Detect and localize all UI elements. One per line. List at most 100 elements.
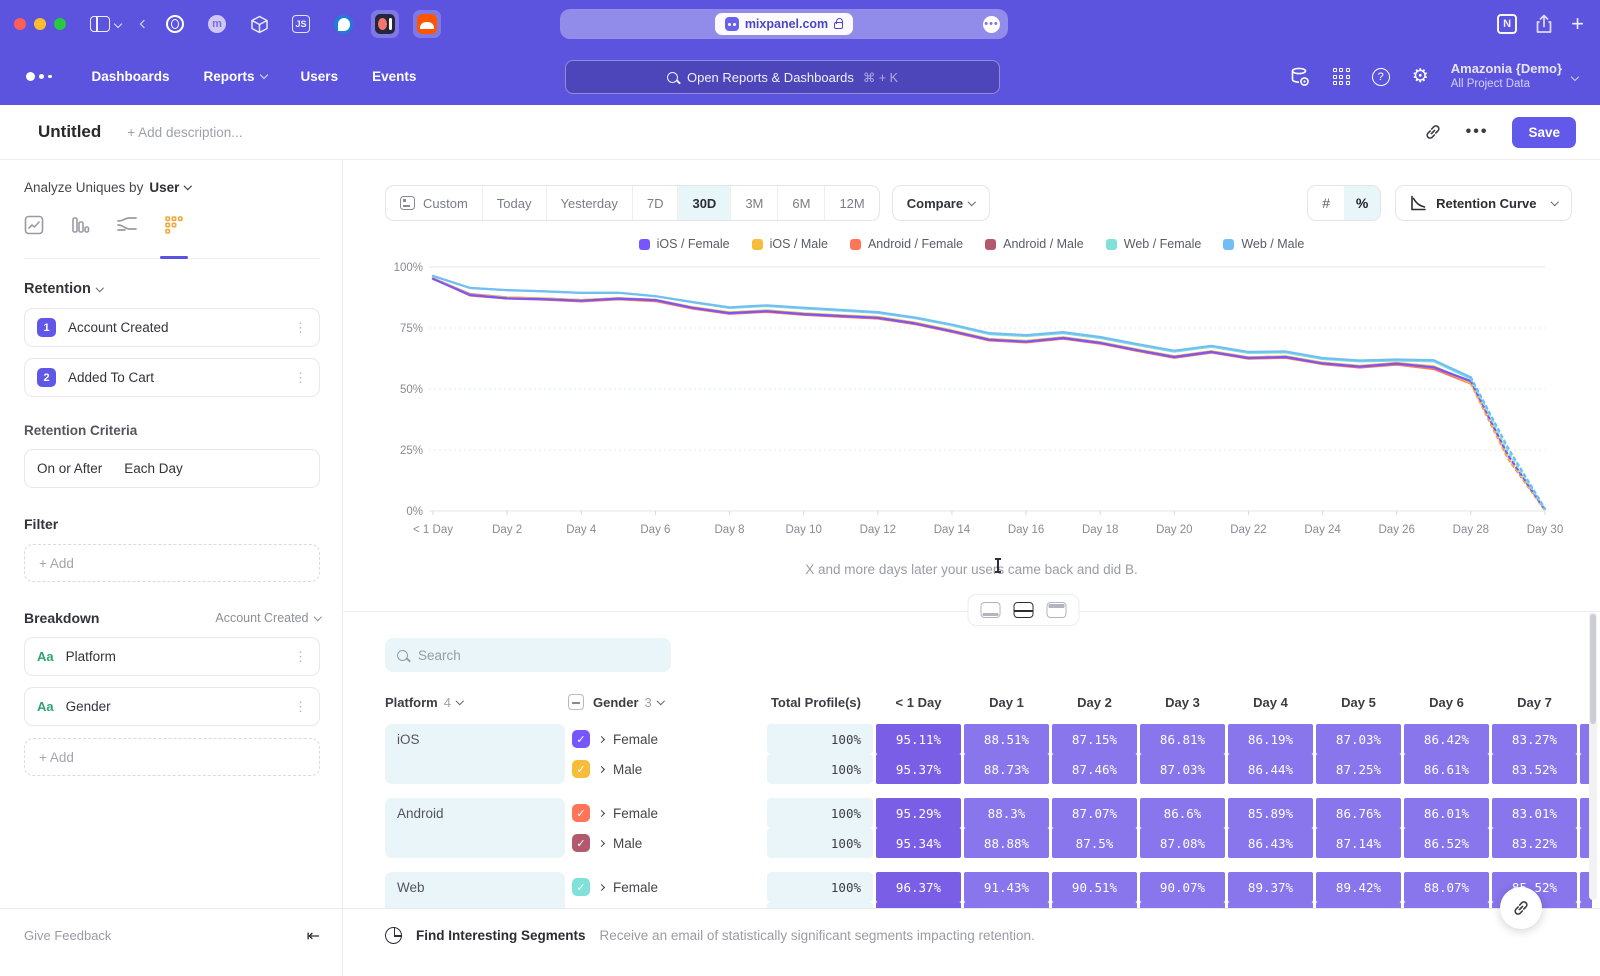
range-6m[interactable]: 6M bbox=[778, 186, 825, 220]
target-tab[interactable] bbox=[161, 10, 189, 38]
address-bar[interactable]: mixpanel.com ••• bbox=[560, 9, 1008, 39]
compare-button[interactable]: Compare bbox=[892, 185, 990, 221]
new-tab-icon[interactable]: + bbox=[1571, 13, 1584, 35]
apps-grid-icon[interactable] bbox=[1333, 68, 1350, 85]
unit-count[interactable]: # bbox=[1308, 186, 1344, 220]
retention-chart[interactable]: 100%75%50%25%0%< 1 DayDay 2Day 4Day 6Day… bbox=[385, 257, 1572, 554]
add-description[interactable]: + Add description... bbox=[127, 125, 242, 140]
range-3m[interactable]: 3M bbox=[731, 186, 778, 220]
retention-step-2[interactable]: 2Added To Cart bbox=[24, 358, 320, 397]
legend-item[interactable]: iOS / Female bbox=[639, 237, 730, 251]
breakdown-scope-dropdown[interactable]: Account Created bbox=[215, 611, 320, 625]
data-management-icon[interactable] bbox=[1289, 66, 1311, 88]
notion-extension-icon[interactable]: N bbox=[1497, 14, 1517, 34]
day-column-header[interactable]: Day 7 bbox=[1492, 695, 1577, 710]
expand-chevron-icon[interactable] bbox=[598, 735, 605, 742]
analyze-value-dropdown[interactable]: User bbox=[149, 180, 191, 195]
back-icon[interactable] bbox=[140, 20, 148, 28]
day-column-header[interactable]: Day 6 bbox=[1404, 695, 1489, 710]
share-link-floating-button[interactable] bbox=[1500, 887, 1542, 929]
minimize-window-button[interactable] bbox=[34, 18, 46, 30]
chevron-down-icon[interactable] bbox=[114, 20, 122, 28]
more-options-icon[interactable]: ••• bbox=[1466, 123, 1489, 141]
browser-sidebar-toggle-icon[interactable] bbox=[90, 16, 110, 32]
breakdown-item-platform[interactable]: AaPlatform bbox=[24, 637, 320, 676]
legend-item[interactable]: iOS / Male bbox=[752, 237, 828, 251]
expand-chevron-icon[interactable] bbox=[598, 765, 605, 772]
platform-cell[interactable]: iOS bbox=[385, 724, 565, 784]
share-icon[interactable] bbox=[1535, 14, 1553, 34]
blue-bird-tab[interactable] bbox=[329, 10, 357, 38]
gender-checkbox[interactable] bbox=[572, 804, 590, 822]
day-column-header[interactable]: Day 3 bbox=[1140, 695, 1225, 710]
range-custom[interactable]: Custom bbox=[386, 186, 483, 220]
legend-item[interactable]: Web / Female bbox=[1106, 237, 1202, 251]
tab-funnels[interactable] bbox=[70, 215, 90, 246]
settings-gear-icon[interactable]: ⚙ bbox=[1412, 67, 1429, 86]
mixpanel-logo[interactable] bbox=[26, 72, 52, 81]
tab-flows[interactable] bbox=[116, 215, 138, 246]
site-settings-icon[interactable]: ••• bbox=[983, 16, 1000, 33]
day-column-header[interactable]: Day 2 bbox=[1052, 695, 1137, 710]
help-icon[interactable]: ? bbox=[1372, 68, 1390, 86]
retention-section-header[interactable]: Retention bbox=[24, 281, 320, 297]
report-title[interactable]: Untitled bbox=[38, 122, 101, 142]
tab-retention[interactable] bbox=[164, 215, 184, 246]
day-column-header[interactable]: < 1 Day bbox=[876, 695, 961, 710]
kebab-menu-icon[interactable] bbox=[294, 699, 307, 715]
breakdown-add-button[interactable]: + Add bbox=[24, 738, 320, 776]
close-window-button[interactable] bbox=[14, 18, 26, 30]
filter-add-button[interactable]: + Add bbox=[24, 544, 320, 582]
give-feedback-link[interactable]: Give Feedback bbox=[24, 928, 111, 943]
m-avatar-tab[interactable]: m bbox=[203, 10, 231, 38]
criteria-interval[interactable]: Each Day bbox=[124, 461, 183, 476]
nav-item-reports[interactable]: Reports bbox=[204, 69, 267, 84]
gender-checkbox[interactable] bbox=[572, 834, 590, 852]
expand-chevron-icon[interactable] bbox=[598, 809, 605, 816]
project-selector[interactable]: Amazonia {Demo} All Project Data bbox=[1451, 61, 1578, 92]
range-today[interactable]: Today bbox=[483, 186, 547, 220]
table-search[interactable]: Search bbox=[385, 638, 671, 672]
expand-chevron-icon[interactable] bbox=[598, 839, 605, 846]
legend-item[interactable]: Android / Male bbox=[985, 237, 1084, 251]
kebab-menu-icon[interactable] bbox=[294, 320, 307, 336]
nav-item-users[interactable]: Users bbox=[301, 69, 339, 84]
kebab-menu-icon[interactable] bbox=[294, 370, 307, 386]
expand-chevron-icon[interactable] bbox=[598, 883, 605, 890]
soundcloud-tab[interactable] bbox=[413, 10, 441, 38]
criteria-card[interactable]: On or After Each Day bbox=[24, 449, 320, 488]
range-yesterday[interactable]: Yesterday bbox=[547, 186, 633, 220]
cube-tab[interactable] bbox=[245, 10, 273, 38]
js-tab[interactable]: JS bbox=[287, 10, 315, 38]
chart-view-dropdown[interactable]: Retention Curve bbox=[1395, 185, 1572, 221]
day-column-header[interactable]: Day 4 bbox=[1228, 695, 1313, 710]
kebab-menu-icon[interactable] bbox=[294, 649, 307, 665]
platform-column-header[interactable]: Platform 4 bbox=[385, 695, 565, 710]
gender-checkbox[interactable] bbox=[572, 760, 590, 778]
total-profiles-header[interactable]: Total Profile(s) bbox=[767, 695, 873, 710]
retention-step-1[interactable]: 1Account Created bbox=[24, 308, 320, 347]
platform-cell[interactable]: Web bbox=[385, 872, 565, 908]
gender-select-all-checkbox[interactable] bbox=[568, 694, 584, 710]
vertical-scrollbar[interactable] bbox=[1589, 612, 1597, 900]
unit-percent[interactable]: % bbox=[1344, 186, 1380, 220]
breakdown-item-gender[interactable]: AaGender bbox=[24, 687, 320, 726]
legend-item[interactable]: Android / Female bbox=[850, 237, 963, 251]
collapse-sidebar-icon[interactable]: ⇤ bbox=[307, 926, 320, 946]
tab-insights[interactable] bbox=[24, 215, 44, 246]
copy-link-icon[interactable] bbox=[1424, 123, 1442, 141]
gender-checkbox[interactable] bbox=[572, 878, 590, 896]
gender-column-header[interactable]: Gender 3 bbox=[568, 694, 764, 710]
global-search[interactable]: Open Reports & Dashboards ⌘ + K bbox=[565, 60, 1000, 94]
range-30d[interactable]: 30D bbox=[678, 186, 731, 220]
day-column-header[interactable]: Day 5 bbox=[1316, 695, 1401, 710]
nav-item-dashboards[interactable]: Dashboards bbox=[92, 69, 170, 84]
footer-title[interactable]: Find Interesting Segments bbox=[416, 928, 586, 943]
gender-checkbox[interactable] bbox=[572, 730, 590, 748]
day-column-header[interactable]: Day 1 bbox=[964, 695, 1049, 710]
criteria-mode[interactable]: On or After bbox=[37, 461, 102, 476]
range-7d[interactable]: 7D bbox=[633, 186, 679, 220]
nav-item-events[interactable]: Events bbox=[372, 69, 416, 84]
save-button[interactable]: Save bbox=[1512, 117, 1576, 148]
platform-cell[interactable]: Android bbox=[385, 798, 565, 858]
